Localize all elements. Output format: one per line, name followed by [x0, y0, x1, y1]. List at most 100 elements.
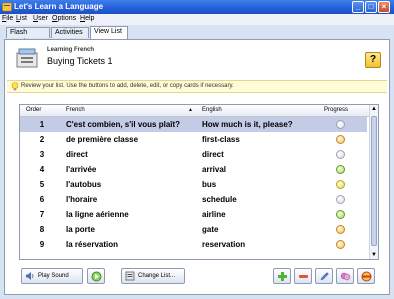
progress-ball-icon [336, 210, 345, 219]
lesson-header: Learning French Buying Tickets 1 ? [9, 43, 385, 73]
progress-ball-icon [336, 150, 345, 159]
table-row[interactable]: 1 C'est combien, s'il vous plaît? How much… [20, 117, 367, 132]
speaker-icon [26, 272, 34, 280]
help-button[interactable]: ? [365, 52, 381, 68]
minimize-button[interactable]: _ [352, 1, 364, 13]
row-order: 9 [39, 240, 45, 249]
progress-ball-icon [336, 180, 345, 189]
row-english: How much is it, please? [202, 120, 293, 129]
col-progress[interactable]: Progress [324, 107, 348, 113]
vocabulary-list[interactable]: Order French ▲ English Progress 1 C'est c… [19, 104, 379, 260]
vertical-scrollbar[interactable]: ▲ ▼ [369, 105, 378, 259]
page-title: Buying Tickets 1 [47, 56, 113, 66]
app-icon [2, 2, 12, 12]
autoplay-icon [91, 271, 102, 282]
table-row[interactable]: 5 l'autobus bus [20, 177, 367, 192]
tab-view-list[interactable]: View List [90, 26, 128, 39]
lesson-language: Learning French [47, 47, 95, 53]
row-english: airline [202, 210, 226, 219]
play-sound-label: Play Sound [38, 273, 69, 279]
table-row[interactable]: 9 la réservation reservation [20, 237, 367, 252]
menu-help[interactable]: Help [80, 15, 94, 22]
col-english[interactable]: English [202, 107, 222, 113]
toolbar: Play Sound Change List... [9, 268, 387, 292]
copy-icon [340, 272, 351, 281]
play-sound-button[interactable]: Play Sound [21, 268, 83, 284]
copy-card-button[interactable] [336, 268, 354, 284]
close-button[interactable]: × [378, 1, 390, 13]
row-order: 8 [39, 225, 45, 234]
row-order: 3 [39, 150, 45, 159]
progress-ball-icon [336, 120, 345, 129]
progress-ball-icon [336, 240, 345, 249]
table-row[interactable]: 3 direct direct [20, 147, 367, 162]
row-french: la réservation [66, 240, 119, 249]
hint-bar: Review your list. Use the buttons to add… [7, 80, 387, 93]
column-headers: Order French ▲ English Progress [20, 105, 369, 117]
change-list-button[interactable]: Change List... [121, 268, 185, 284]
menu-file[interactable]: File [2, 15, 13, 22]
book-icon [16, 48, 38, 68]
progress-ball-icon [336, 135, 345, 144]
row-english: reservation [202, 240, 246, 249]
delete-card-button[interactable] [294, 268, 312, 284]
progress-ball-icon [336, 225, 345, 234]
menu-user[interactable]: User [33, 15, 48, 22]
row-order: 4 [39, 165, 45, 174]
tab-activities[interactable]: Activities [51, 27, 89, 38]
table-row[interactable]: 8 la porte gate [20, 222, 367, 237]
row-french: la ligne aérienne [66, 210, 129, 219]
window-title: Let's Learn a Language [14, 2, 104, 11]
auto-play-button[interactable] [87, 268, 105, 284]
menu-list[interactable]: List [16, 15, 27, 22]
hint-text: Review your list. Use the buttons to add… [21, 83, 234, 89]
table-row[interactable]: 2 de première classe first-class [20, 132, 367, 147]
change-list-label: Change List... [138, 273, 176, 279]
row-order: 6 [39, 195, 45, 204]
scrollbar-thumb[interactable] [371, 116, 377, 246]
row-french: la porte [66, 225, 95, 234]
add-card-button[interactable] [273, 268, 291, 284]
view-list-panel: Learning French Buying Tickets 1 ? Revie… [4, 39, 390, 295]
menu-options[interactable]: Options [52, 15, 76, 22]
edit-card-button[interactable] [315, 268, 333, 284]
row-english: first-class [202, 135, 240, 144]
reset-progress-button[interactable] [357, 268, 375, 284]
plus-icon [278, 272, 287, 281]
progress-ball-icon [336, 165, 345, 174]
row-order: 5 [39, 180, 45, 189]
scroll-up-icon[interactable]: ▲ [371, 106, 377, 112]
table-row[interactable]: 7 la ligne aérienne airline [20, 207, 367, 222]
row-order: 1 [39, 120, 45, 129]
scroll-down-icon[interactable]: ▼ [371, 252, 377, 258]
maximize-button[interactable]: □ [365, 1, 377, 13]
progress-ball-icon [336, 195, 345, 204]
row-french: l'autobus [66, 180, 102, 189]
row-english: bus [202, 180, 217, 189]
row-english: schedule [202, 195, 237, 204]
list-icon [125, 271, 135, 281]
row-english: gate [202, 225, 219, 234]
row-order: 2 [39, 135, 45, 144]
row-english: arrival [202, 165, 227, 174]
row-order: 7 [39, 210, 45, 219]
row-french: direct [66, 150, 88, 159]
app-window: Let's Learn a Language _ □ × File List U… [0, 0, 394, 299]
row-french: l'arrivée [66, 165, 97, 174]
col-french[interactable]: French [66, 107, 85, 113]
menu-bar: File List User Options Help [0, 14, 394, 25]
col-order[interactable]: Order [26, 107, 41, 113]
row-french: l'horaire [66, 195, 98, 204]
row-english: direct [202, 150, 224, 159]
sort-ascending-icon: ▲ [188, 107, 193, 113]
pencil-icon [320, 272, 329, 281]
title-bar: Let's Learn a Language _ □ × [0, 0, 394, 14]
table-row[interactable]: 4 l'arrivée arrival [20, 162, 367, 177]
lightbulb-icon [11, 82, 19, 91]
row-french: de première classe [66, 135, 139, 144]
minus-icon [299, 275, 308, 278]
table-row[interactable]: 6 l'horaire schedule [20, 192, 367, 207]
progress-ball-icon [361, 271, 372, 282]
row-french: C'est combien, s'il vous plaît? [66, 120, 181, 129]
tab-flash-cards[interactable]: Flash Cards [6, 27, 50, 46]
